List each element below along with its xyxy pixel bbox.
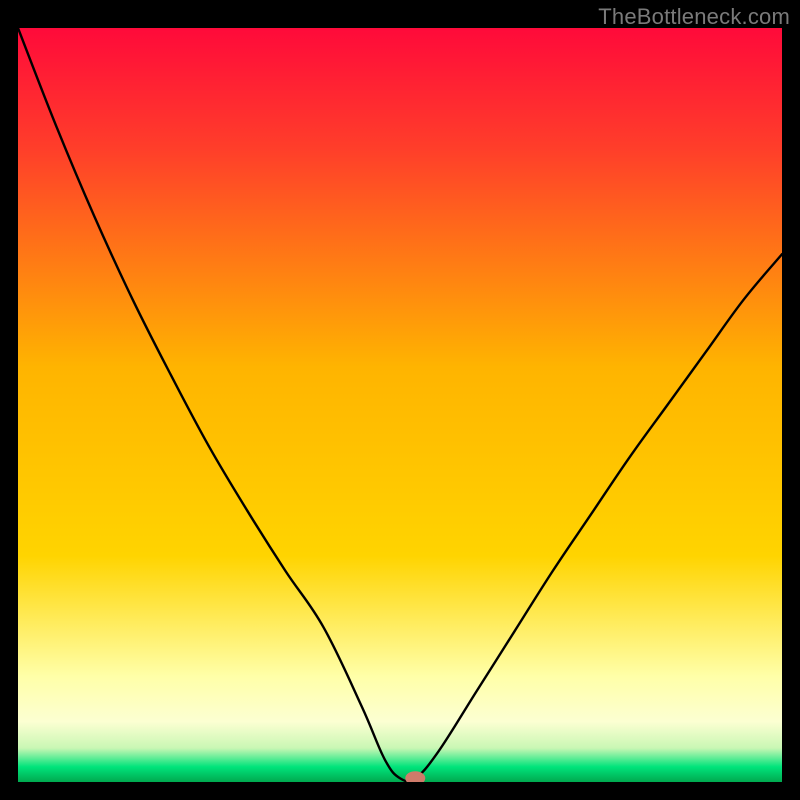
bottleneck-plot <box>18 28 782 782</box>
plot-svg <box>18 28 782 782</box>
chart-frame: TheBottleneck.com <box>0 0 800 800</box>
watermark-text: TheBottleneck.com <box>598 4 790 30</box>
